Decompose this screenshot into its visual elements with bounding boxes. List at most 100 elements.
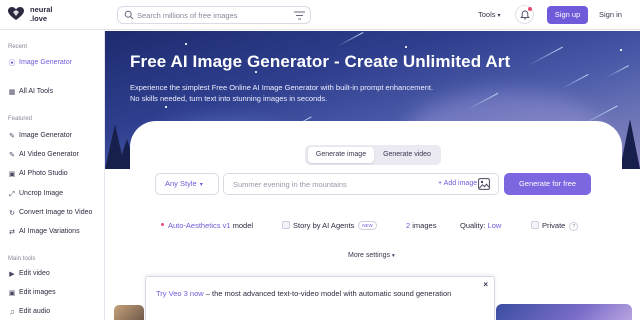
sidebar-item-image-generator[interactable]: ✎ Image Generator [8,129,103,143]
brand-name: neural .love [30,5,70,23]
variations-icon: ⇄ [9,229,15,236]
images-count-option[interactable]: 2 images [406,221,436,230]
sidebar-section-recent: Recent [8,44,28,50]
style-select[interactable]: Any Style ▾ [155,173,219,195]
sidebar-item-label: AI Image Variations [19,228,80,235]
sidebar-item-label: AI Photo Studio [19,170,68,177]
tools-menu[interactable]: Tools ▾ [478,10,501,19]
sidebar-item-label: AI Video Generator [19,151,79,158]
search-bar[interactable] [117,6,311,24]
announcement-toast: Try Veo 3 now – the most advanced text-t… [145,276,495,320]
expand-icon: ⤢ [9,191,15,198]
announcement-text: Try Veo 3 now – the most advanced text-t… [156,288,476,299]
sidebar-item-label: Edit audio [19,308,51,315]
star [620,49,622,51]
image-upload-icon[interactable] [478,178,490,190]
gallery-thumbnail[interactable] [114,305,144,320]
video-icon: ✎ [9,152,15,159]
try-veo-link[interactable]: Try Veo 3 now [156,289,204,298]
sidebar-item-label: Uncrop Image [19,190,63,197]
sign-in-link[interactable]: Sign in [599,10,622,19]
meteor-streak [606,65,629,78]
sidebar-section-featured: Featured [8,116,33,122]
notification-dot [528,7,532,11]
sidebar-item-ai-video-generator[interactable]: ✎ AI Video Generator [8,148,103,162]
search-icon [124,10,134,20]
private-checkbox[interactable] [531,221,539,229]
close-icon[interactable]: × [483,280,488,289]
private-option[interactable]: Private? [531,221,579,231]
sidebar-item-convert-image-to-video[interactable]: ↻ Convert Image to Video [8,206,103,220]
model-dot-icon [161,223,164,226]
gallery-thumbnail[interactable] [496,304,632,320]
quality-option[interactable]: Quality: Low [460,221,501,230]
mode-tabs: Generate image Generate video [305,145,441,165]
star [165,106,167,108]
announcement-body: – the most advanced text-to-video model … [203,289,452,298]
sidebar-item-ai-image-variations[interactable]: ⇄ AI Image Variations [8,225,103,239]
sidebar-item-uncrop-image[interactable]: ⤢ Uncrop Image [8,187,103,201]
prompt-input[interactable] [233,178,423,191]
chevron-down-icon: ▾ [199,182,203,188]
sidebar-item-ai-photo-studio[interactable]: ▣ AI Photo Studio [8,167,103,181]
help-icon[interactable]: ? [569,222,579,231]
images-count-label: images [412,221,437,230]
story-by-ai-agents-option[interactable]: Story by AI Agents NEW [282,221,377,230]
private-label: Private [542,221,566,230]
sidebar-item-label: Image Generator [19,132,72,139]
hero-subtitle-line2: No skills needed, turn text into stunnin… [130,94,328,103]
camera-icon: ▣ [8,171,16,178]
image-generator-icon: ✎ [9,133,15,140]
sidebar-item-image-generator-recent[interactable]: ⦿ Image Generator [8,56,103,70]
sidebar-section-main-tools: Main tools [8,256,36,262]
brand-logo[interactable]: neural .love [8,5,68,25]
filter-icon[interactable] [294,11,305,20]
convert-icon: ↻ [9,210,15,217]
prompt-field[interactable]: + Add image [223,173,499,195]
more-settings-toggle[interactable]: More settings ▾ [348,252,395,259]
sidebar-item-edit-images[interactable]: ▣ Edit images [8,286,103,300]
sign-up-button[interactable]: Sign up [547,6,588,24]
quality-value[interactable]: Low [488,221,502,230]
sidebar-item-label: Edit video [19,270,50,277]
meteor-streak [561,74,589,89]
edit-video-icon: ▶ [9,271,15,278]
sidebar-item-label: Image Generator [19,59,72,66]
tab-generate-video[interactable]: Generate video [375,147,439,163]
style-select-value: Any Style [165,179,197,188]
aesthetics-model-option[interactable]: Auto-Aesthetics v1 model [161,221,253,230]
tab-generate-image[interactable]: Generate image [308,147,374,163]
chevron-down-icon: ▾ [497,13,501,19]
hero-subtitle-line1: Experience the simplest Free Online AI I… [130,83,434,92]
brand-line2: .love [30,13,48,23]
star [405,46,407,48]
page-title: Free AI Image Generator - Create Unlimit… [130,52,511,71]
sidebar-item-edit-video[interactable]: ▶ Edit video [8,267,103,281]
sidebar-item-edit-audio[interactable]: ♫ Edit audio [8,305,103,319]
edit-images-icon: ▣ [8,290,16,297]
story-label: Story by AI Agents [293,221,355,230]
sidebar-item-label: Edit images [19,289,56,296]
hero-subtitle: Experience the simplest Free Online AI I… [130,82,490,104]
chevron-down-icon: ▾ [392,253,395,259]
meteor-streak [336,32,364,47]
heart-logo-icon [8,7,24,20]
bell-icon [520,10,530,20]
top-bar: neural .love Tools▾ Sign up Sign in [0,0,640,30]
images-count-value[interactable]: 2 [406,221,410,230]
tree-silhouette [620,119,640,169]
notifications-button[interactable] [515,5,534,24]
image-generator-icon: ⦿ [8,60,16,67]
search-input[interactable] [137,8,287,22]
aesthetics-model-link[interactable]: Auto-Aesthetics v1 [168,221,231,230]
generate-button[interactable]: Generate for free [504,173,591,195]
sidebar-item-label: All AI Tools [19,88,54,95]
add-image-button[interactable]: + Add image [438,180,477,187]
sidebar-item-label: Convert Image to Video [19,209,93,216]
sidebar: Recent ⦿ Image Generator ▦ All AI Tools Fe… [0,31,105,320]
story-checkbox[interactable] [282,221,290,229]
sidebar-item-all-ai-tools[interactable]: ▦ All AI Tools [8,85,103,99]
tools-label: Tools [478,10,496,19]
new-badge: NEW [358,221,377,230]
meteor-streak [527,46,563,67]
